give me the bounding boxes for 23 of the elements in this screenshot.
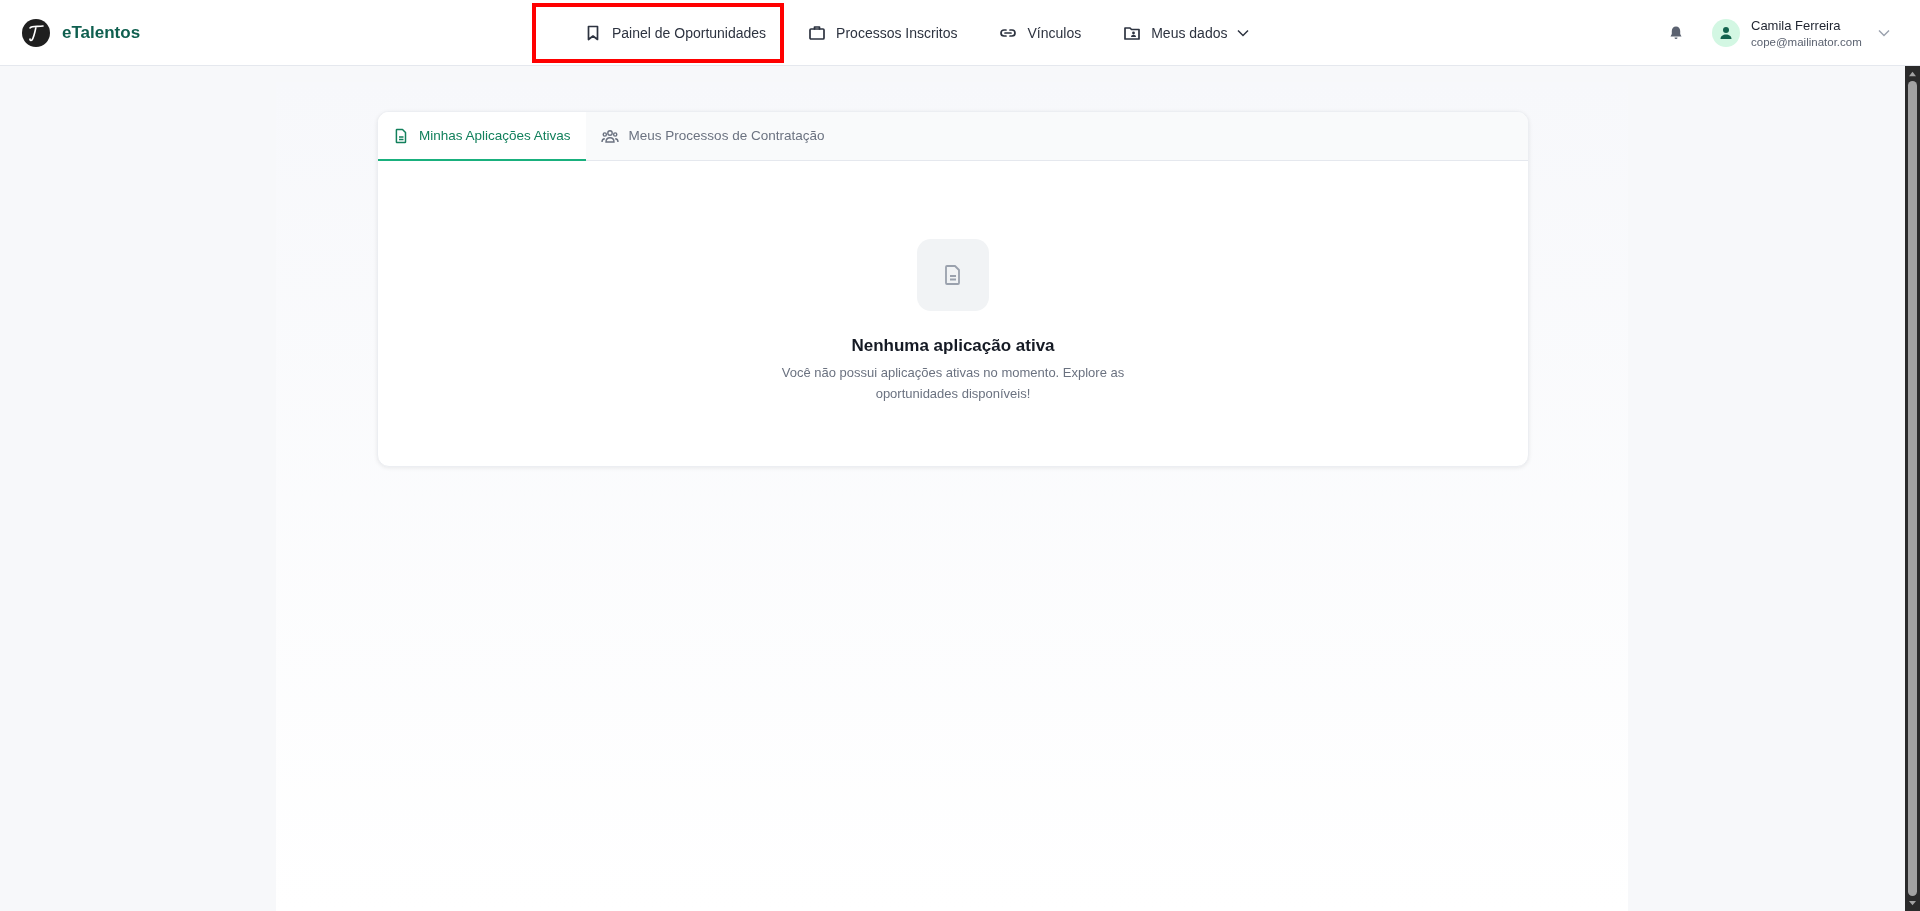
nav-link[interactable]: Vínculos (983, 2, 1100, 63)
brand-name[interactable]: eTalentos (62, 22, 141, 43)
chevron-down-icon (1237, 28, 1250, 37)
scrollbar-thumb[interactable] (1908, 81, 1917, 896)
nav-link[interactable]: Painel de Oportunidades (532, 2, 785, 63)
person-icon (1718, 24, 1734, 41)
logo-icon (22, 18, 50, 47)
nav-link[interactable]: Processos Inscritos (792, 2, 976, 63)
user-name: Camila Ferreira (1751, 17, 1842, 33)
tab[interactable]: Minhas Aplicações Ativas (378, 112, 586, 161)
document-icon (393, 127, 409, 144)
scroll-down-icon[interactable] (1908, 900, 1917, 907)
nav-link[interactable]: Meus dados (1107, 2, 1268, 63)
people-group-icon (600, 127, 619, 144)
empty-state-message: Você não possui aplicações ativas no momento. Explore as oportunidades disponíveis! (780, 364, 1126, 403)
briefcase-icon (808, 23, 827, 42)
scrollbar[interactable] (1905, 66, 1920, 911)
empty-state-title: Nenhuma aplicação ativa (851, 336, 1055, 356)
avatar[interactable] (1712, 18, 1740, 47)
notification-bell-icon[interactable] (1668, 24, 1684, 41)
tab[interactable]: Meus Processos de Contratação (585, 112, 840, 161)
user-email: cope@mailinator.com (1751, 35, 1862, 48)
scroll-up-icon[interactable] (1908, 70, 1917, 77)
